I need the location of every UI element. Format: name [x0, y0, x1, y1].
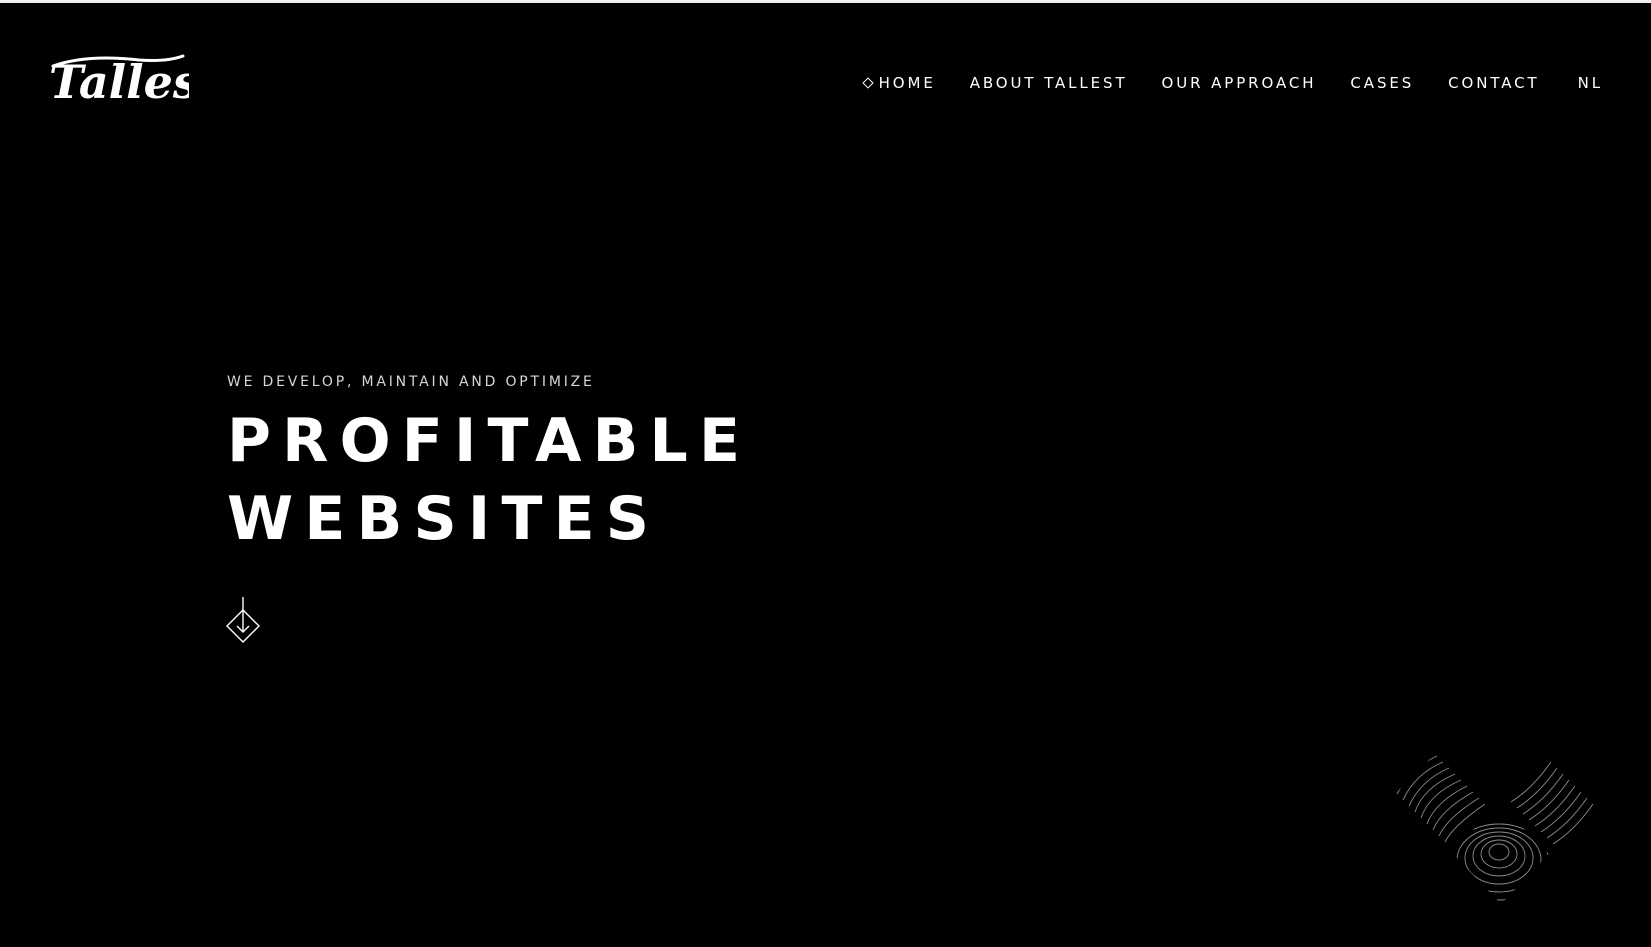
- hero-title: PROFITABLE WEBSITES: [227, 402, 751, 558]
- nav-item-approach-label: OUR APPROACH: [1161, 74, 1317, 92]
- nav-item-cases[interactable]: CASES: [1350, 73, 1414, 93]
- nav-item-contact-label: CONTACT: [1448, 74, 1540, 92]
- nav-item-contact[interactable]: CONTACT: [1448, 73, 1539, 93]
- diamond-icon: [861, 76, 874, 89]
- tallest-logo[interactable]: Tallest: [47, 50, 189, 114]
- language-switch-label: NL: [1577, 74, 1603, 92]
- nav-item-cases-label: CASES: [1350, 74, 1415, 92]
- arrow-down-diamond-icon[interactable]: [225, 596, 261, 644]
- nav-item-home[interactable]: HOME: [861, 73, 936, 93]
- hero-title-line1: PROFITABLE: [227, 406, 752, 476]
- contour-diamond-pattern: [1396, 755, 1594, 901]
- hero-title-line2: WEBSITES: [227, 484, 661, 554]
- tallest-logo-text: Tallest: [49, 55, 189, 109]
- language-switch-nl[interactable]: NL: [1578, 73, 1603, 93]
- nav-item-home-label: HOME: [878, 74, 936, 92]
- top-strip: [0, 0, 1651, 3]
- nav-item-about-label: ABOUT TALLEST: [969, 74, 1128, 92]
- main-nav: HOME ABOUT TALLEST OUR APPROACH CASES CO…: [861, 73, 1603, 93]
- nav-item-approach[interactable]: OUR APPROACH: [1162, 73, 1317, 93]
- hero-subtitle: WE DEVELOP, MAINTAIN AND OPTIMIZE: [227, 374, 595, 390]
- hero: WE DEVELOP, MAINTAIN AND OPTIMIZE PROFIT…: [227, 372, 751, 558]
- nav-item-about[interactable]: ABOUT TALLEST: [970, 73, 1128, 93]
